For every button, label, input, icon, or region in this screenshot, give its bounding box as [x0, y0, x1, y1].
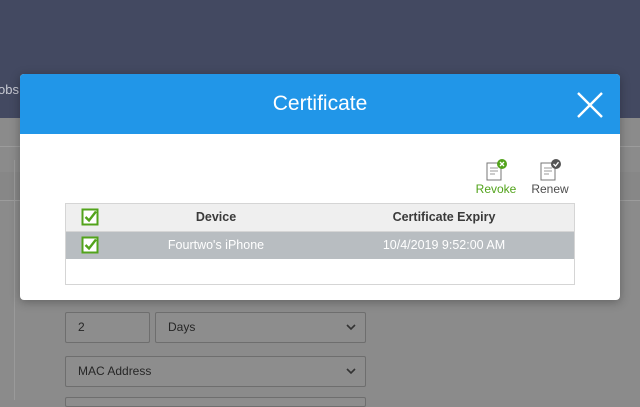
duration-number-value: 2	[78, 320, 85, 334]
revoke-label: Revoke	[475, 182, 517, 196]
column-header-device[interactable]: Device	[126, 204, 306, 231]
chevron-down-icon	[346, 324, 356, 331]
duration-unit-select[interactable]: Days	[155, 312, 366, 343]
renew-button[interactable]: Renew	[525, 158, 575, 198]
revoke-button[interactable]: Revoke	[471, 158, 521, 198]
identifier-type-select[interactable]: MAC Address	[65, 356, 366, 387]
certificate-dialog: Certificate Revoke Renew Device Certific…	[20, 74, 620, 300]
nav-tab-label[interactable]: obs	[0, 82, 19, 97]
dialog-title: Certificate	[272, 92, 368, 115]
select-all-checkbox-checked-icon[interactable]	[81, 208, 99, 226]
divider	[14, 160, 15, 400]
duration-unit-value: Days	[168, 320, 196, 334]
close-icon[interactable]	[574, 89, 606, 121]
renew-label: Renew	[531, 182, 569, 196]
cell-device: Fourtwo's iPhone	[167, 238, 265, 252]
dialog-header: Certificate	[20, 74, 620, 134]
certificate-revoke-icon	[486, 159, 507, 181]
certificate-renew-icon	[540, 159, 561, 181]
chevron-down-icon	[346, 368, 356, 375]
duration-number-input[interactable]: 2	[65, 312, 150, 343]
next-field[interactable]	[65, 397, 366, 407]
column-header-certificate-expiry[interactable]: Certificate Expiry	[344, 204, 544, 231]
table-header: Device Certificate Expiry	[66, 204, 574, 232]
cell-certificate-expiry: 10/4/2019 9:52:00 AM	[382, 238, 506, 252]
certificate-table: Device Certificate Expiry Fourtwo's iPho…	[65, 203, 575, 285]
row-checkbox-checked-icon[interactable]	[81, 236, 99, 254]
table-row[interactable]: Fourtwo's iPhone 10/4/2019 9:52:00 AM	[66, 232, 574, 259]
identifier-type-value: MAC Address	[78, 364, 152, 378]
